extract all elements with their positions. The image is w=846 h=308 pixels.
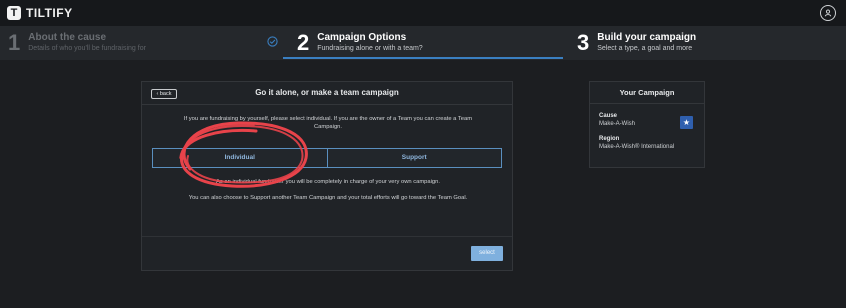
step-campaign-options[interactable]: 2 Campaign Options Fundraising alone or … [283,26,563,60]
step-subtitle: Select a type, a goal and more [597,45,693,52]
region-value: Make-A-Wish® International [599,144,675,150]
tiltify-logo[interactable]: T TILTIFY [7,6,73,20]
brand-name: TILTIFY [26,6,73,20]
your-campaign-panel: Your Campaign Cause Make-A-Wish ★ Region… [589,81,705,168]
intro-text: If you are fundraising by yourself, plea… [183,116,473,130]
card-divider [142,236,512,237]
support-description: You can also choose to Support another T… [188,195,468,201]
check-circle-icon [267,36,278,47]
step-title: Build your campaign [597,32,697,43]
card-title: Go it alone, or make a team campaign [255,88,399,97]
make-a-wish-star-icon: ★ [680,116,693,129]
campaign-type-toggle: Individual Support [152,148,502,168]
logo-mark-icon: T [7,6,21,20]
card-header: ‹ back Go it alone, or make a team campa… [142,82,512,105]
support-option[interactable]: Support [327,149,501,167]
cause-label: Cause [599,113,618,119]
step-build-your-campaign[interactable]: 3 Build your campaign Select a type, a g… [563,26,846,60]
individual-option[interactable]: Individual [153,149,328,167]
campaign-type-card: ‹ back Go it alone, or make a team campa… [141,81,513,271]
user-glyph-icon [824,9,832,17]
step-number: 1 [8,30,21,55]
step-subtitle: Fundraising alone or with a team? [317,45,423,52]
individual-description: As an individual fundraiser you will be … [216,179,440,185]
step-about-the-cause[interactable]: 1 About the cause Details of who you'll … [8,26,283,60]
step-subtitle: Details of who you'll be fundraising for [28,45,146,52]
progress-steps: 1 About the cause Details of who you'll … [0,26,846,60]
cause-value: Make-A-Wish [599,121,636,127]
panel-title: Your Campaign [590,82,704,104]
step-title: Campaign Options [317,32,407,43]
step-title: About the cause [28,32,107,43]
user-circle-icon[interactable] [820,5,836,21]
region-label: Region [599,136,620,142]
top-bar: T TILTIFY [0,0,846,26]
step-number: 2 [297,30,310,55]
step-number: 3 [577,30,590,55]
select-button[interactable]: select [471,246,503,261]
active-step-indicator [283,57,563,59]
